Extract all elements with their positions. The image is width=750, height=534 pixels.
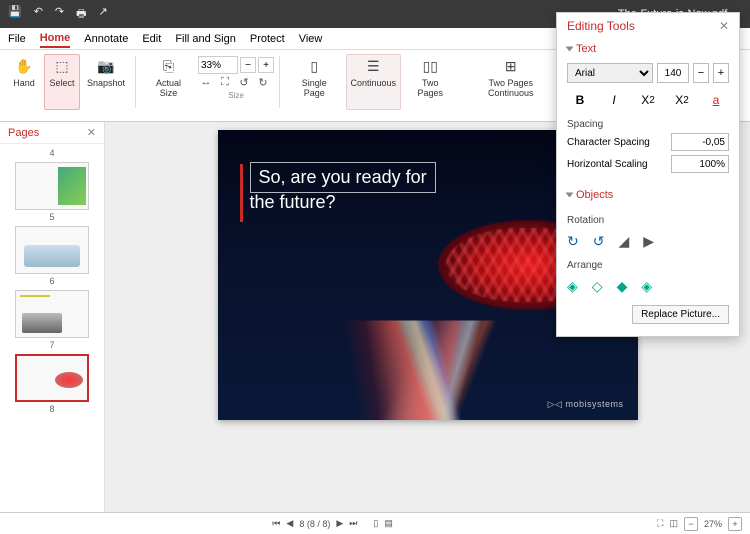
menu-home[interactable]: Home	[40, 30, 71, 48]
print-icon[interactable]: 🖶	[76, 5, 86, 24]
zoom-in-button[interactable]: +	[728, 517, 742, 531]
size-increase-button[interactable]: +	[713, 63, 729, 83]
fit-icon[interactable]: ⛶	[657, 518, 663, 529]
italic-button[interactable]: I	[601, 89, 627, 111]
two-pages-cont-icon: ⊞	[501, 57, 521, 77]
pages-panel-title: Pages	[8, 127, 39, 139]
rotate-left-icon[interactable]: ↺	[236, 76, 252, 89]
share-icon[interactable]: ↗	[99, 5, 108, 24]
font-color-button[interactable]: a	[703, 89, 729, 111]
hand-tool[interactable]: ✋Hand	[6, 54, 42, 110]
superscript-button[interactable]: X2	[669, 89, 695, 111]
single-page-button[interactable]: ▯Single Page	[285, 54, 344, 110]
char-spacing-label: Character Spacing	[567, 137, 650, 148]
save-icon[interactable]: 💾	[8, 5, 22, 24]
font-select[interactable]: Arial	[567, 63, 653, 83]
page-text-line2: the future?	[250, 192, 336, 213]
rotate-left-icon[interactable]: ↺	[593, 233, 605, 250]
section-objects[interactable]: Objects	[557, 185, 739, 205]
fit-width-icon[interactable]: ↔	[198, 76, 214, 89]
replace-picture-button[interactable]: Replace Picture...	[632, 305, 729, 324]
char-spacing-input[interactable]	[671, 133, 729, 151]
editing-tools-panel[interactable]: Editing Tools✕ Text Arial − + B I X2 X2 …	[556, 12, 740, 337]
hand-icon: ✋	[14, 57, 34, 77]
select-tool[interactable]: ⬚Select	[44, 54, 80, 110]
snapshot-tool[interactable]: 📷Snapshot	[82, 54, 130, 110]
page-thumbnail[interactable]: 5	[15, 162, 89, 222]
zoom-out-button[interactable]: −	[240, 57, 256, 73]
actual-size-icon: ⎘	[159, 57, 179, 77]
page-indicator: 8 (8 / 8)	[299, 519, 330, 529]
send-backward-icon[interactable]: ◆	[617, 278, 628, 295]
size-decrease-button[interactable]: −	[693, 63, 709, 83]
editing-text-box[interactable]: So, are you ready for	[250, 162, 436, 193]
arrange-label: Arrange	[567, 260, 729, 271]
two-pages-continuous-button[interactable]: ⊞Two Pages Continuous	[460, 54, 563, 110]
single-page-icon: ▯	[304, 57, 324, 77]
zoom-out-button[interactable]: −	[684, 517, 698, 531]
continuous-button[interactable]: ☰Continuous	[346, 54, 402, 110]
next-page-button[interactable]: ▶	[336, 518, 343, 529]
view-mode-icon[interactable]: ▤	[384, 518, 393, 529]
horiz-scaling-label: Horizontal Scaling	[567, 159, 648, 170]
zoom-in-button[interactable]: +	[258, 57, 274, 73]
panel-title: Editing Tools	[567, 19, 635, 33]
pages-panel: Pages ✕ 4 5 6 7 8	[0, 122, 105, 512]
horiz-scaling-input[interactable]	[671, 155, 729, 173]
flip-horizontal-icon[interactable]: ◢	[618, 233, 629, 250]
undo-icon[interactable]: ↶	[34, 5, 43, 24]
view-mode-icon[interactable]: ▯	[373, 518, 378, 529]
fit-page-icon[interactable]: ⛶	[217, 76, 233, 89]
spacing-label: Spacing	[567, 119, 729, 130]
close-icon[interactable]: ✕	[87, 126, 96, 139]
bold-button[interactable]: B	[567, 89, 593, 111]
flip-vertical-icon[interactable]: ▶	[643, 233, 654, 250]
bring-front-icon[interactable]: ◈	[567, 278, 578, 295]
zoom-level: 27%	[704, 519, 722, 529]
last-page-button[interactable]: ⏭	[349, 518, 357, 529]
camera-icon: 📷	[96, 57, 116, 77]
continuous-icon: ☰	[363, 57, 383, 77]
actual-size-button[interactable]: ⎘Actual Size	[141, 54, 196, 110]
prev-page-button[interactable]: ◀	[286, 518, 293, 529]
page-thumbnail[interactable]: 8	[15, 354, 89, 414]
page-thumbnail[interactable]: 4	[15, 148, 89, 158]
font-size-input[interactable]	[657, 63, 689, 83]
cursor-icon: ⬚	[52, 57, 72, 77]
first-page-button[interactable]: ⏮	[272, 518, 280, 529]
brand-watermark: ▷◁ mobisystems	[548, 399, 624, 410]
redo-icon[interactable]: ↷	[55, 5, 64, 24]
layout-icon[interactable]: ◫	[669, 518, 678, 529]
rotation-label: Rotation	[567, 215, 729, 226]
two-pages-button[interactable]: ▯▯Two Pages	[403, 54, 458, 110]
menu-view[interactable]: View	[299, 31, 323, 47]
section-text[interactable]: Text	[557, 39, 739, 59]
menu-file[interactable]: File	[8, 31, 26, 47]
page-thumbnail[interactable]: 6	[15, 226, 89, 286]
two-pages-icon: ▯▯	[420, 57, 440, 77]
menu-protect[interactable]: Protect	[250, 31, 285, 47]
send-back-icon[interactable]: ◈	[641, 278, 652, 295]
close-icon[interactable]: ✕	[719, 19, 729, 33]
rotate-right-icon[interactable]: ↻	[567, 233, 579, 250]
zoom-input[interactable]	[198, 56, 238, 74]
bring-forward-icon[interactable]: ◇	[592, 278, 603, 295]
menu-fill-and-sign[interactable]: Fill and Sign	[175, 31, 236, 47]
subscript-button[interactable]: X2	[635, 89, 661, 111]
page-thumbnail[interactable]: 7	[15, 290, 89, 350]
statusbar: ⏮ ◀ 8 (8 / 8) ▶ ⏭ ▯ ▤ ⛶ ◫ − 27% +	[0, 512, 750, 534]
menu-annotate[interactable]: Annotate	[84, 31, 128, 47]
menu-edit[interactable]: Edit	[142, 31, 161, 47]
rotate-right-icon[interactable]: ↻	[255, 76, 271, 89]
